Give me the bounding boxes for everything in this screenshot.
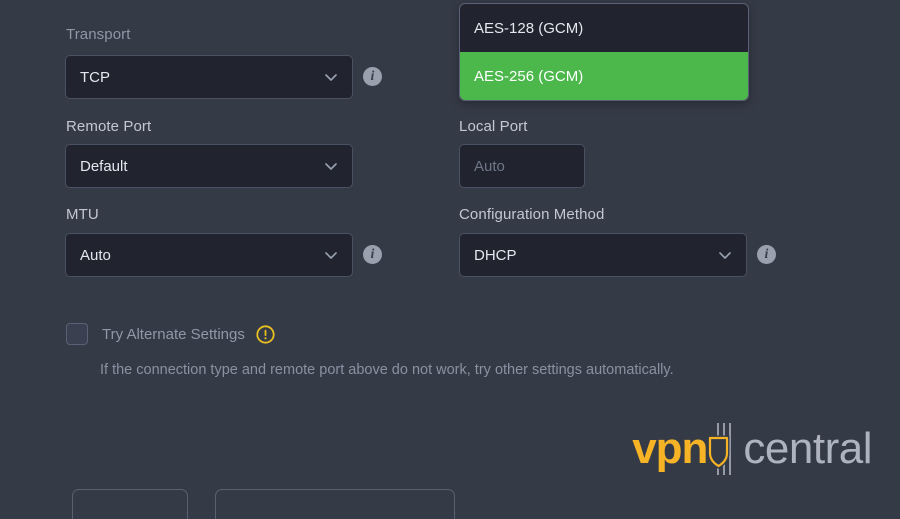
cipher-option-label: AES-128 (GCM) bbox=[474, 19, 584, 37]
mtu-select-value: Auto bbox=[80, 246, 111, 264]
configuration-method-select-value: DHCP bbox=[474, 246, 517, 264]
logo-primary-text: vpn bbox=[632, 424, 708, 473]
chevron-down-icon bbox=[322, 246, 340, 264]
transport-select[interactable]: TCP bbox=[65, 55, 353, 99]
cipher-dropdown-menu[interactable]: AES-128 (GCM) AES-256 (GCM) bbox=[459, 3, 749, 101]
try-alternate-settings-label: Try Alternate Settings bbox=[102, 325, 245, 343]
try-alternate-settings-row[interactable]: Try Alternate Settings bbox=[66, 323, 275, 345]
cipher-option-label: AES-256 (GCM) bbox=[474, 67, 584, 85]
local-port-label: Local Port bbox=[459, 118, 528, 135]
vpncentral-logo: vpn central bbox=[632, 421, 872, 477]
local-port-input-placeholder: Auto bbox=[474, 157, 505, 175]
configuration-method-label: Configuration Method bbox=[459, 206, 605, 223]
remote-port-select[interactable]: Default bbox=[65, 144, 353, 188]
remote-port-label: Remote Port bbox=[66, 118, 152, 135]
remote-port-select-value: Default bbox=[80, 157, 128, 175]
shield-icon bbox=[707, 421, 741, 477]
configuration-method-select[interactable]: DHCP bbox=[459, 233, 747, 277]
chevron-down-icon bbox=[322, 157, 340, 175]
configuration-method-info-icon[interactable]: i bbox=[757, 245, 776, 264]
cipher-option-aes128[interactable]: AES-128 (GCM) bbox=[460, 4, 748, 52]
chevron-down-icon bbox=[322, 68, 340, 86]
warning-exclamation-icon[interactable] bbox=[256, 324, 275, 344]
logo-secondary-text: central bbox=[743, 424, 872, 473]
try-alternate-settings-help-text: If the connection type and remote port a… bbox=[100, 362, 674, 378]
mtu-select[interactable]: Auto bbox=[65, 233, 353, 277]
transport-info-icon[interactable]: i bbox=[363, 67, 382, 86]
chevron-down-icon bbox=[716, 246, 734, 264]
mtu-label: MTU bbox=[66, 206, 99, 223]
try-alternate-settings-checkbox[interactable] bbox=[66, 323, 88, 345]
local-port-input[interactable]: Auto bbox=[459, 144, 585, 188]
cipher-option-aes256[interactable]: AES-256 (GCM) bbox=[460, 52, 748, 100]
footer-button-1[interactable] bbox=[72, 489, 188, 519]
transport-label: Transport bbox=[66, 26, 131, 43]
transport-select-value: TCP bbox=[80, 68, 110, 86]
footer-button-2[interactable] bbox=[215, 489, 455, 519]
settings-panel: Transport TCP i AES-128 (GCM) AES-256 (G… bbox=[0, 0, 900, 519]
mtu-info-icon[interactable]: i bbox=[363, 245, 382, 264]
